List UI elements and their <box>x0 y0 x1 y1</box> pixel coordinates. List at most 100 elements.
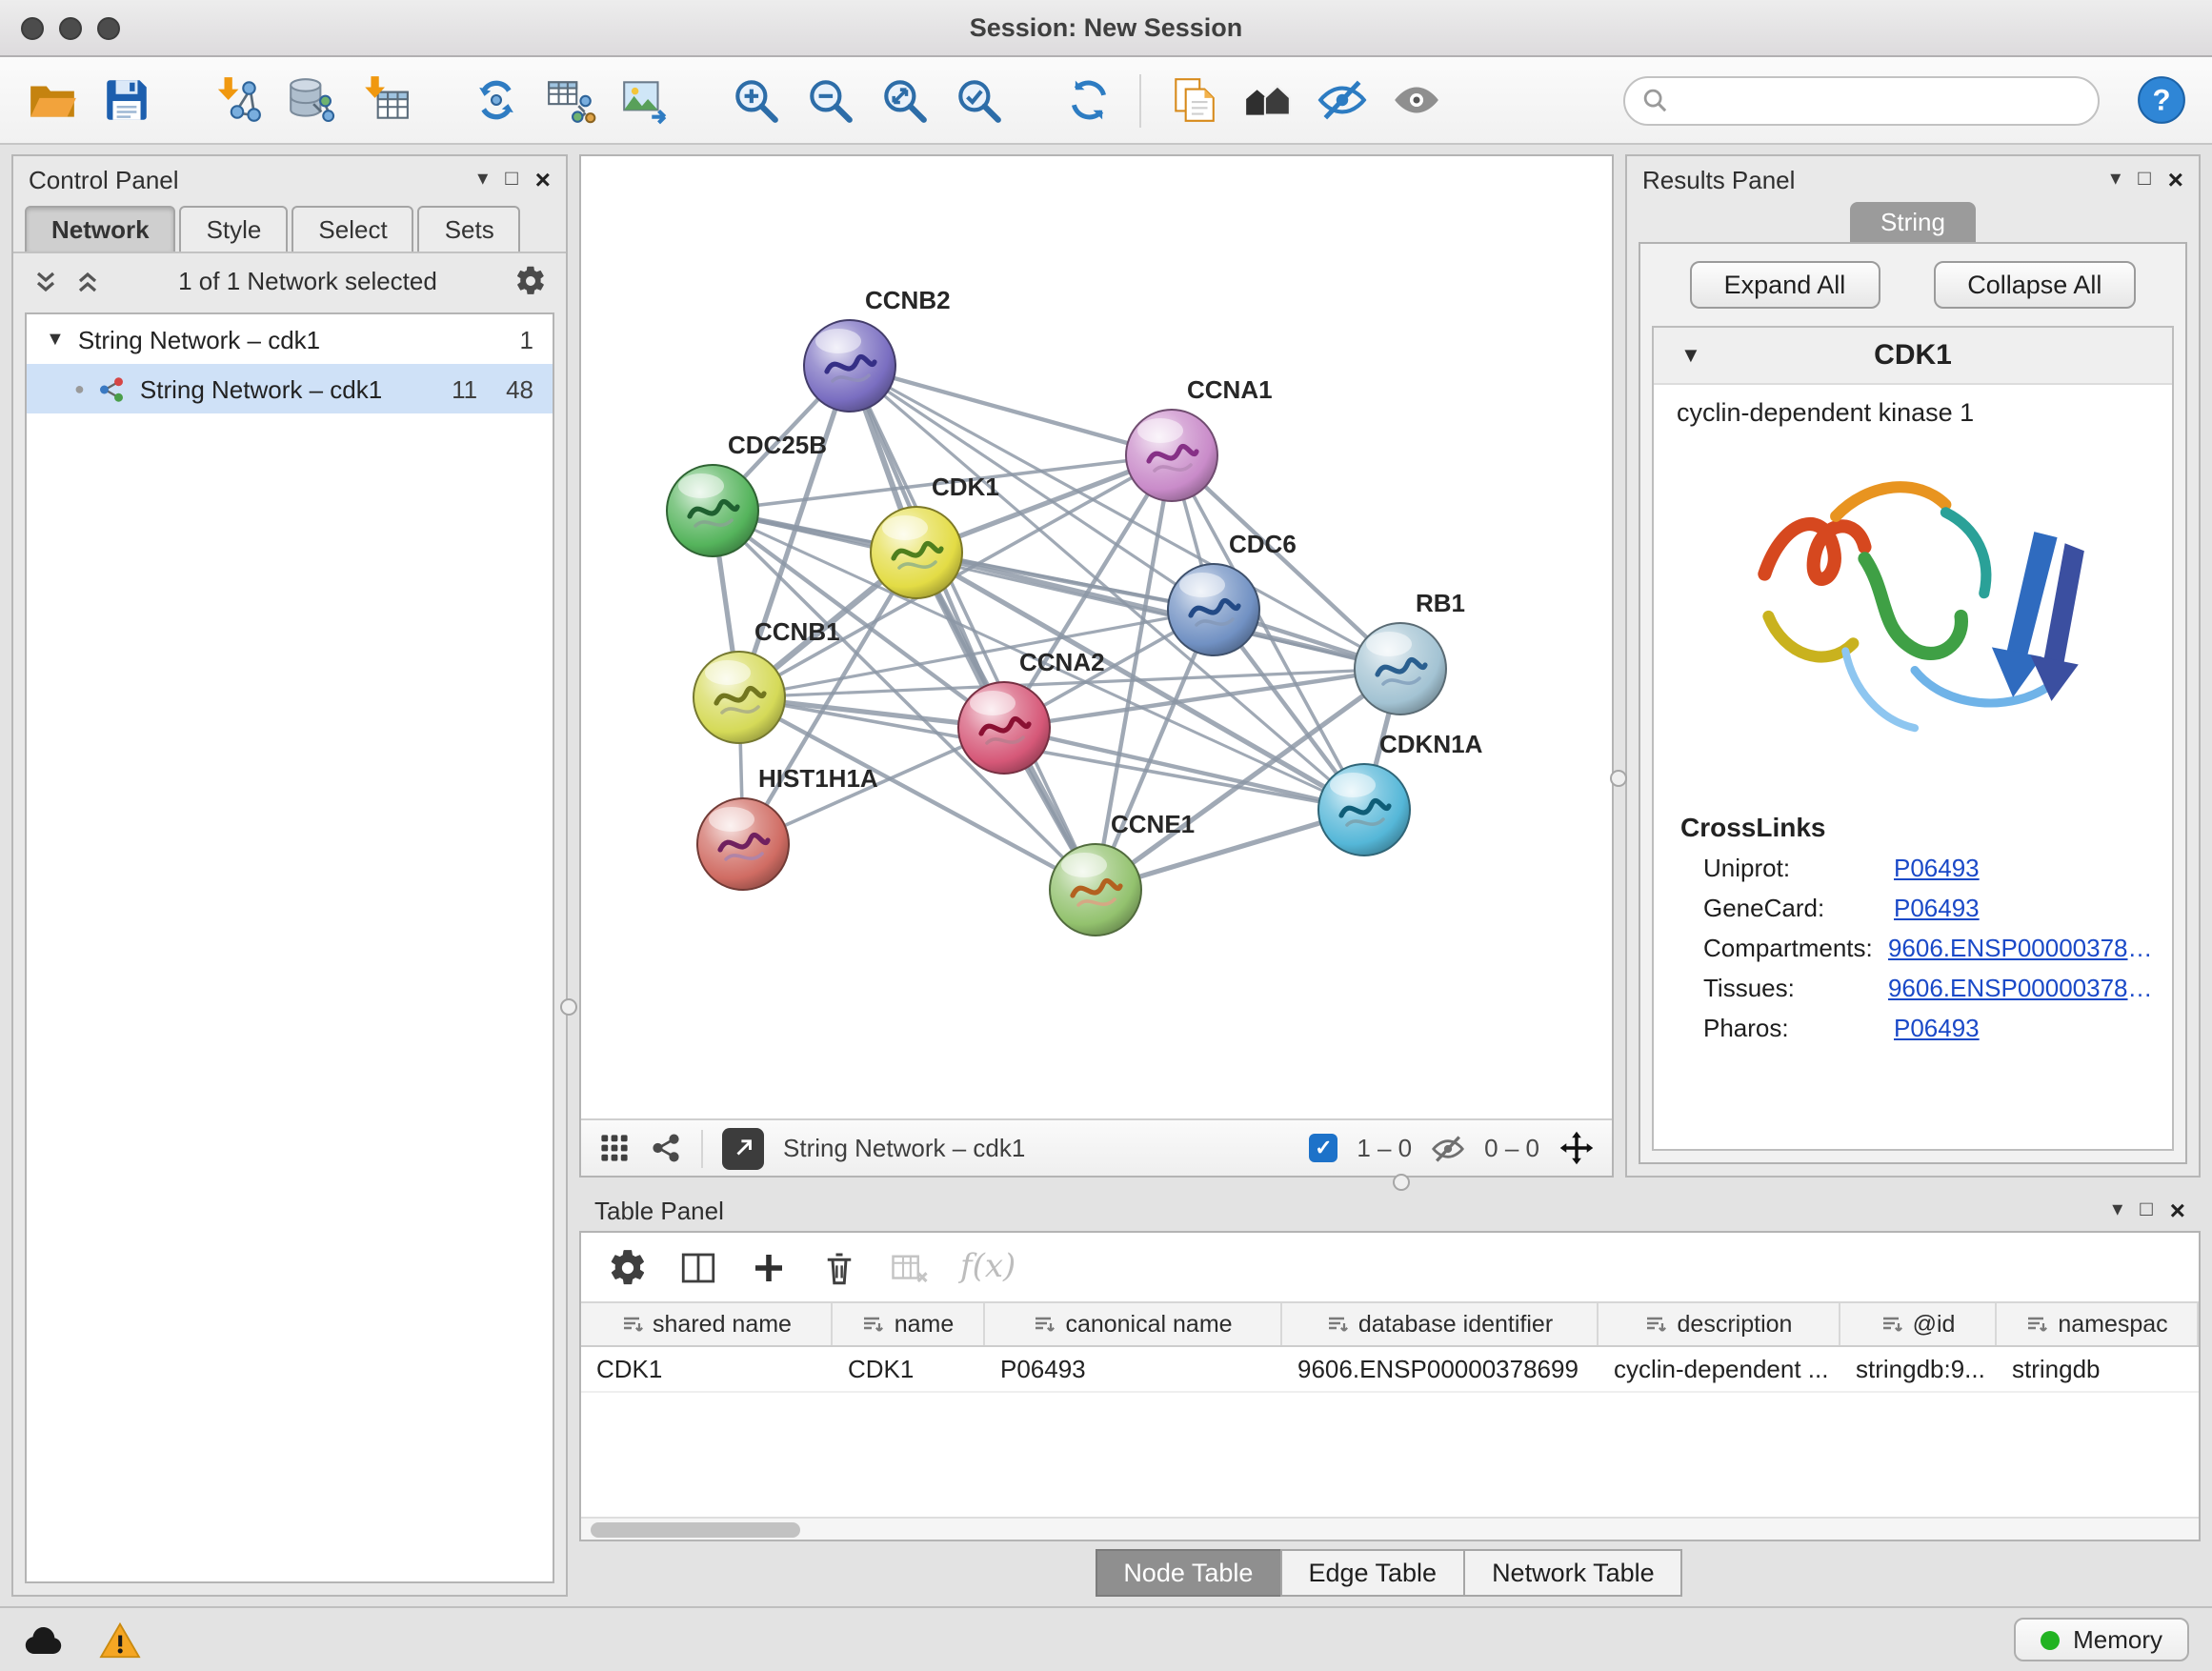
help-button[interactable]: ? <box>2128 68 2193 132</box>
zoom-button[interactable] <box>97 16 120 39</box>
column-header-description[interactable]: description <box>1599 1303 1840 1345</box>
network-collection-row[interactable]: ▼ String Network – cdk1 1 <box>27 314 553 364</box>
network-node-CCNB2[interactable] <box>804 320 895 412</box>
network-node-HIST1H1A[interactable] <box>697 798 789 890</box>
tab-edge-table[interactable]: Edge Table <box>1279 1548 1465 1596</box>
tab-node-table[interactable]: Node Table <box>1095 1548 1281 1596</box>
network-options-button[interactable] <box>514 265 547 297</box>
delete-column-button[interactable] <box>819 1247 859 1287</box>
panel-menu-button[interactable]: ▾ <box>477 169 488 190</box>
panel-close-button[interactable]: × <box>2168 166 2183 192</box>
panel-close-button[interactable]: × <box>535 166 551 192</box>
zoom-selected-button[interactable] <box>945 68 1010 132</box>
network-node-CCNA1[interactable] <box>1126 410 1217 501</box>
table-cell[interactable]: CDK1 <box>833 1347 985 1391</box>
network-node-CDKN1A[interactable] <box>1318 764 1410 856</box>
tree-expander-icon[interactable]: ▼ <box>46 329 65 350</box>
cloud-status-button[interactable] <box>23 1622 69 1657</box>
network-node-CCNB1[interactable] <box>694 652 785 743</box>
column-header-id[interactable]: @id <box>1840 1303 1997 1345</box>
crosslink-link[interactable]: P06493 <box>1894 854 1991 882</box>
function-builder-button[interactable]: f(x) <box>960 1248 1016 1286</box>
collapse-section-icon[interactable]: ▼ <box>1680 344 1701 367</box>
crosslink-link[interactable]: P06493 <box>1894 894 1991 922</box>
pan-tool-button[interactable] <box>1558 1130 1595 1166</box>
scrollbar-thumb[interactable] <box>591 1522 800 1538</box>
tab-select[interactable]: Select <box>292 206 413 253</box>
network-row[interactable]: ● String Network – cdk1 11 48 <box>27 364 553 413</box>
network-node-CCNA2[interactable] <box>958 682 1050 774</box>
column-header-name[interactable]: name <box>833 1303 985 1345</box>
panel-divider-handle[interactable] <box>1393 1174 1410 1191</box>
open-in-new-button[interactable] <box>722 1127 764 1169</box>
network-node-CDC6[interactable] <box>1168 564 1259 655</box>
network-canvas[interactable]: CCNB2CCNA1CDC25BCDK1CDC6RB1CCNB1CCNA2CDK… <box>581 156 1612 1118</box>
minimize-button[interactable] <box>59 16 82 39</box>
refresh-view-button[interactable] <box>1056 68 1120 132</box>
column-header-canonical-name[interactable]: canonical name <box>985 1303 1282 1345</box>
table-cell[interactable]: cyclin-dependent ... <box>1599 1347 1840 1391</box>
select-columns-button[interactable] <box>678 1247 718 1287</box>
network-node-CCNE1[interactable] <box>1050 844 1141 936</box>
import-network-from-database-button[interactable] <box>278 68 343 132</box>
column-header-shared-name[interactable]: shared name <box>581 1303 833 1345</box>
save-session-button[interactable] <box>93 68 158 132</box>
tab-string[interactable]: String <box>1850 202 1976 242</box>
panel-float-button[interactable]: □ <box>2140 1199 2152 1220</box>
hide-selected-button[interactable] <box>1309 68 1374 132</box>
network-share-button[interactable] <box>650 1132 682 1164</box>
panel-divider-handle[interactable] <box>1610 770 1627 787</box>
network-edge-CCNB2-CCNA1[interactable] <box>850 366 1172 455</box>
import-table-from-file-button[interactable] <box>352 68 417 132</box>
tab-network-table[interactable]: Network Table <box>1463 1548 1683 1596</box>
table-options-button[interactable] <box>608 1247 648 1287</box>
panel-float-button[interactable]: □ <box>2138 169 2150 190</box>
table-cell[interactable]: 9606.ENSP00000378699 <box>1282 1347 1599 1391</box>
birdseye-toggle-button[interactable] <box>598 1132 631 1164</box>
table-row[interactable]: CDK1 CDK1 P06493 9606.ENSP00000378699 cy… <box>581 1347 2199 1393</box>
tab-sets[interactable]: Sets <box>418 206 521 253</box>
table-cell[interactable]: CDK1 <box>581 1347 833 1391</box>
protein-card-header[interactable]: ▼ CDK1 <box>1654 328 2172 385</box>
panel-menu-button[interactable]: ▾ <box>2110 169 2121 190</box>
crosslink-link[interactable]: 9606.ENSP00000378699 <box>1888 974 2172 1002</box>
copy-document-button[interactable] <box>1160 68 1225 132</box>
collapse-all-networks-button[interactable] <box>32 268 59 294</box>
table-cell[interactable]: stringdb <box>1997 1347 2199 1391</box>
zoom-fit-button[interactable] <box>871 68 935 132</box>
zoom-in-button[interactable] <box>722 68 787 132</box>
import-network-from-file-button[interactable] <box>204 68 269 132</box>
tab-style[interactable]: Style <box>180 206 289 253</box>
search-input[interactable] <box>1679 86 2081 114</box>
selected-nodes-checkbox[interactable]: ✓ <box>1309 1134 1337 1162</box>
tab-network[interactable]: Network <box>25 206 176 253</box>
crosslink-link[interactable]: 9606.ENSP00000378699 <box>1888 934 2172 962</box>
panel-close-button[interactable]: × <box>2170 1197 2185 1223</box>
home-button[interactable] <box>1235 68 1299 132</box>
network-node-CDK1[interactable] <box>871 507 962 598</box>
panel-float-button[interactable]: □ <box>505 169 517 190</box>
close-button[interactable] <box>21 16 44 39</box>
column-header-namespace[interactable]: namespac <box>1997 1303 2199 1345</box>
collapse-all-button[interactable]: Collapse All <box>1933 261 2136 309</box>
memory-button[interactable]: Memory <box>2014 1618 2189 1661</box>
network-table-button[interactable] <box>537 68 602 132</box>
panel-menu-button[interactable]: ▾ <box>2112 1199 2122 1220</box>
network-node-CDC25B[interactable] <box>667 465 758 556</box>
open-session-button[interactable] <box>19 68 84 132</box>
column-header-database-identifier[interactable]: database identifier <box>1282 1303 1599 1345</box>
panel-divider-handle[interactable] <box>560 998 577 1016</box>
network-from-selection-button[interactable] <box>463 68 528 132</box>
table-cell[interactable]: P06493 <box>985 1347 1282 1391</box>
crosslink-link[interactable]: P06493 <box>1894 1014 1991 1042</box>
network-edge-CCNB2-CCNE1[interactable] <box>850 366 1096 890</box>
show-all-button[interactable] <box>1383 68 1448 132</box>
table-cell[interactable]: stringdb:9... <box>1840 1347 1997 1391</box>
network-graph[interactable]: CCNB2CCNA1CDC25BCDK1CDC6RB1CCNB1CCNA2CDK… <box>581 156 1612 1118</box>
zoom-out-button[interactable] <box>796 68 861 132</box>
horizontal-scrollbar[interactable] <box>581 1517 2199 1540</box>
expand-all-button[interactable]: Expand All <box>1690 261 1880 309</box>
delete-table-button-disabled[interactable] <box>890 1247 930 1287</box>
export-image-button[interactable] <box>612 68 676 132</box>
add-column-button[interactable] <box>749 1247 789 1287</box>
